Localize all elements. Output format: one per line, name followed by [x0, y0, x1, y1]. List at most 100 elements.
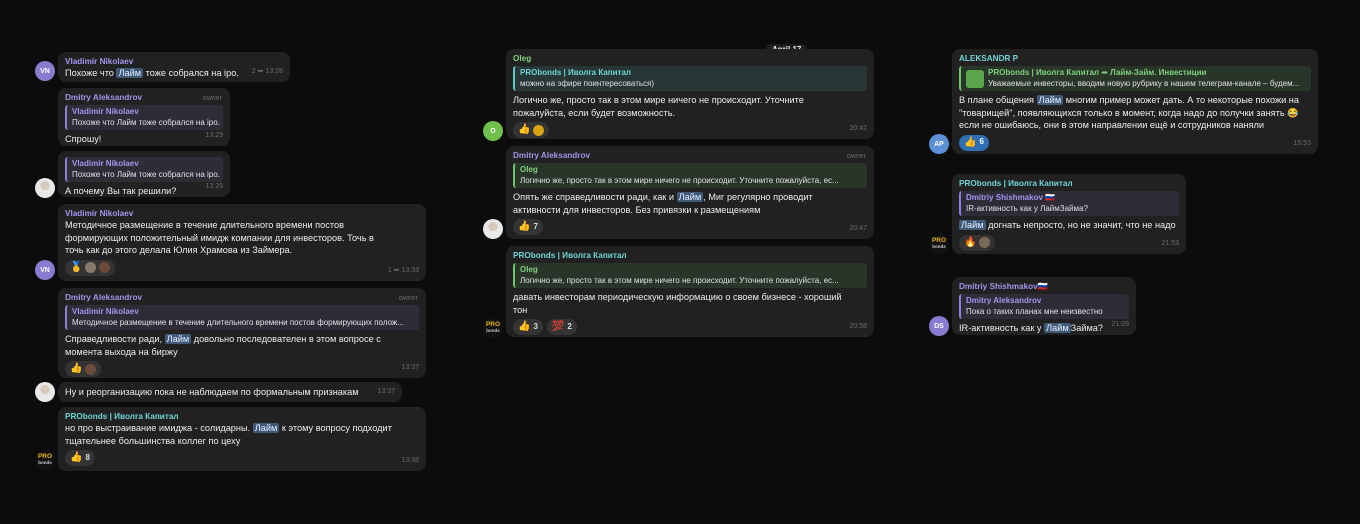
reply-quote[interactable]: Dmitry Aleksandrov Пока о таких планах мн…: [959, 294, 1129, 319]
message-bubble[interactable]: Vladimir Nikolaev Похоже что Лайм тоже с…: [58, 52, 290, 82]
thumbs-up-icon: 👍: [518, 124, 531, 136]
owner-badge: owner: [202, 95, 222, 102]
message-bubble[interactable]: Dmitry Aleksandrov owner Vladimir Nikola…: [58, 288, 426, 378]
reply-quote[interactable]: Dmitriy Shishmakov 🇷🇺 IR-активность как у…: [959, 191, 1179, 216]
forward-icon: ➦: [257, 68, 264, 76]
message-text: Справедливости ради, Лайм довольно после…: [65, 334, 381, 357]
reply-quote[interactable]: Vladimir Nikolaev Похоже что Лайм тоже со…: [65, 105, 223, 130]
user-avatar[interactable]: [35, 382, 55, 402]
user-avatar[interactable]: [483, 219, 503, 239]
message-bubble[interactable]: Vladimir Nikolaev Методичное размещение …: [58, 204, 426, 281]
fire-icon: 🔥: [964, 236, 977, 248]
reaction-chip[interactable]: 👍 7: [513, 219, 543, 236]
reaction-chip[interactable]: 👍 3: [513, 319, 543, 336]
message-author[interactable]: Dmitriy Shishmakov🇷🇺: [959, 281, 1129, 292]
message-text: Логично же, просто так в этом мире ничег…: [513, 95, 804, 118]
reactor-avatar: [99, 262, 111, 274]
user-avatar[interactable]: VN: [35, 260, 55, 280]
message-time: 2 ➦ 13:28: [251, 68, 283, 76]
forward-icon: ➦: [393, 267, 400, 275]
highlighted-keyword: Лайм: [676, 192, 704, 202]
message-author[interactable]: Oleg: [513, 53, 867, 64]
user-avatar[interactable]: VN: [35, 61, 55, 81]
forward-arrow-icon: ➦: [1101, 68, 1108, 77]
probonds-avatar[interactable]: PRO bonds: [35, 450, 55, 470]
reactions: 👍 7: [513, 219, 867, 236]
message-bubble[interactable]: Dmitriy Shishmakov🇷🇺 Dmitry Aleksandrov П…: [952, 277, 1136, 335]
message-bubble[interactable]: PRObonds | Иволга Капитал Oleg Логично же…: [506, 246, 874, 337]
message-text: А почему Вы так решили?: [65, 186, 177, 196]
message-time: 13:29: [205, 183, 223, 191]
message-bubble[interactable]: ALEKSANDR P PRObonds | Иволга Капитал ➦ …: [952, 49, 1318, 154]
probonds-avatar[interactable]: PRO bonds: [929, 234, 949, 254]
reply-quote[interactable]: Oleg Логично же, просто так в этом мире н…: [513, 163, 867, 188]
message-time: 21:09: [1111, 321, 1129, 329]
message-time: 20:47: [849, 225, 867, 233]
message-author[interactable]: PRObonds | Иволга Капитал: [513, 250, 867, 261]
message-text: Опять же справедливости ради, как и Лайм…: [513, 192, 813, 215]
message-bubble[interactable]: Dmitry Aleksandrov owner Vladimir Nikola…: [58, 88, 230, 146]
message-author[interactable]: PRObonds | Иволга Капитал: [65, 411, 419, 422]
user-avatar[interactable]: [35, 178, 55, 198]
thumbs-up-icon: 👍: [518, 221, 531, 233]
highlighted-keyword: Лайм: [1044, 323, 1071, 333]
message-text: но про выстраивание имиджа - солидарны. …: [65, 423, 392, 446]
reply-quote[interactable]: Vladimir Nikolaev Методичное размещение в…: [65, 305, 419, 330]
reactor-avatar: [979, 237, 991, 249]
reaction-chip[interactable]: 👍 8: [65, 450, 95, 467]
reactions: 👍 6: [959, 134, 1311, 151]
message-text: давать инвесторам периодическую информац…: [513, 292, 842, 315]
thumbs-up-icon: 👍: [70, 363, 83, 375]
message-text: Методичное размещение в течение длительн…: [65, 220, 374, 256]
hundred-icon: 💯: [551, 321, 565, 333]
message-time: 15:53: [1293, 140, 1311, 148]
reply-quote[interactable]: Vladimir Nikolaev Похоже что Лайм тоже со…: [65, 157, 223, 182]
user-avatar[interactable]: O: [483, 121, 503, 141]
reaction-chip[interactable]: 👍 6: [959, 134, 989, 151]
reactions: 👍 3 💯 2: [513, 319, 867, 336]
highlighted-keyword: Лайм: [959, 220, 986, 230]
thumbs-up-icon: 👍: [518, 321, 531, 333]
message-text: Ну и реорганизацию пока не наблюдаем по …: [65, 387, 359, 397]
reaction-chip[interactable]: 👍: [65, 361, 102, 378]
message-time: 21:53: [1161, 240, 1179, 248]
message-author[interactable]: Dmitry Aleksandrov: [65, 92, 223, 103]
reply-quote[interactable]: PRObonds | Иволга Капитал можно на эфире …: [513, 66, 867, 91]
message-text: Лайм догнать непросто, но не значит, что…: [959, 220, 1176, 230]
reactions: 🔥: [959, 234, 1179, 251]
probonds-avatar[interactable]: PRO bonds: [483, 318, 503, 338]
reply-quote[interactable]: Oleg Логично же, просто так в этом мире н…: [513, 263, 867, 288]
message-bubble[interactable]: Ну и реорганизацию пока не наблюдаем по …: [58, 382, 402, 402]
message-bubble[interactable]: Dmitry Aleksandrov owner Oleg Логично же,…: [506, 146, 874, 239]
reaction-chip[interactable]: 🔥: [959, 234, 996, 251]
message-time: 1 ➦ 13:33: [387, 267, 419, 275]
message-bubble[interactable]: Vladimir Nikolaev Похоже что Лайм тоже со…: [58, 151, 230, 197]
message-author[interactable]: ALEKSANDR P: [959, 53, 1311, 64]
reactions: 👍 8: [65, 450, 419, 467]
message-text: В плане общения Лайм многим пример может…: [959, 95, 1299, 131]
message-time: 20:58: [849, 323, 867, 331]
thumbs-up-icon: 👍: [70, 452, 83, 464]
reaction-chip[interactable]: 🥇: [65, 259, 116, 276]
message-text: Спрошу!: [65, 134, 102, 144]
message-author[interactable]: Dmitry Aleksandrov: [65, 292, 419, 303]
medal-icon: 🥇: [70, 261, 83, 273]
message-time: 13:37: [401, 364, 419, 372]
reply-quote[interactable]: PRObonds | Иволга Капитал ➦ Лайм-Займ. И…: [959, 66, 1311, 91]
reaction-chip[interactable]: 💯 2: [546, 319, 577, 336]
message-time: 13:29: [205, 132, 223, 140]
message-bubble[interactable]: PRObonds | Иволга Капитал Dmitriy Shishm…: [952, 174, 1186, 254]
message-bubble[interactable]: Oleg PRObonds | Иволга Капитал можно на э…: [506, 49, 874, 139]
message-time: 13:38: [401, 457, 419, 465]
message-author[interactable]: Vladimir Nikolaev: [65, 56, 283, 67]
user-avatar[interactable]: AP: [929, 134, 949, 154]
user-avatar[interactable]: DS: [929, 316, 949, 336]
message-author[interactable]: Dmitry Aleksandrov: [513, 150, 867, 161]
message-time: 20:42: [849, 125, 867, 133]
message-bubble[interactable]: PRObonds | Иволга Капитал но про выстраи…: [58, 407, 426, 471]
message-author[interactable]: PRObonds | Иволга Капитал: [959, 178, 1179, 189]
message-author[interactable]: Vladimir Nikolaev: [65, 208, 419, 219]
owner-badge: owner: [846, 153, 866, 160]
channel-thumbnail-icon: [966, 69, 984, 88]
reaction-chip[interactable]: 👍: [513, 122, 550, 139]
